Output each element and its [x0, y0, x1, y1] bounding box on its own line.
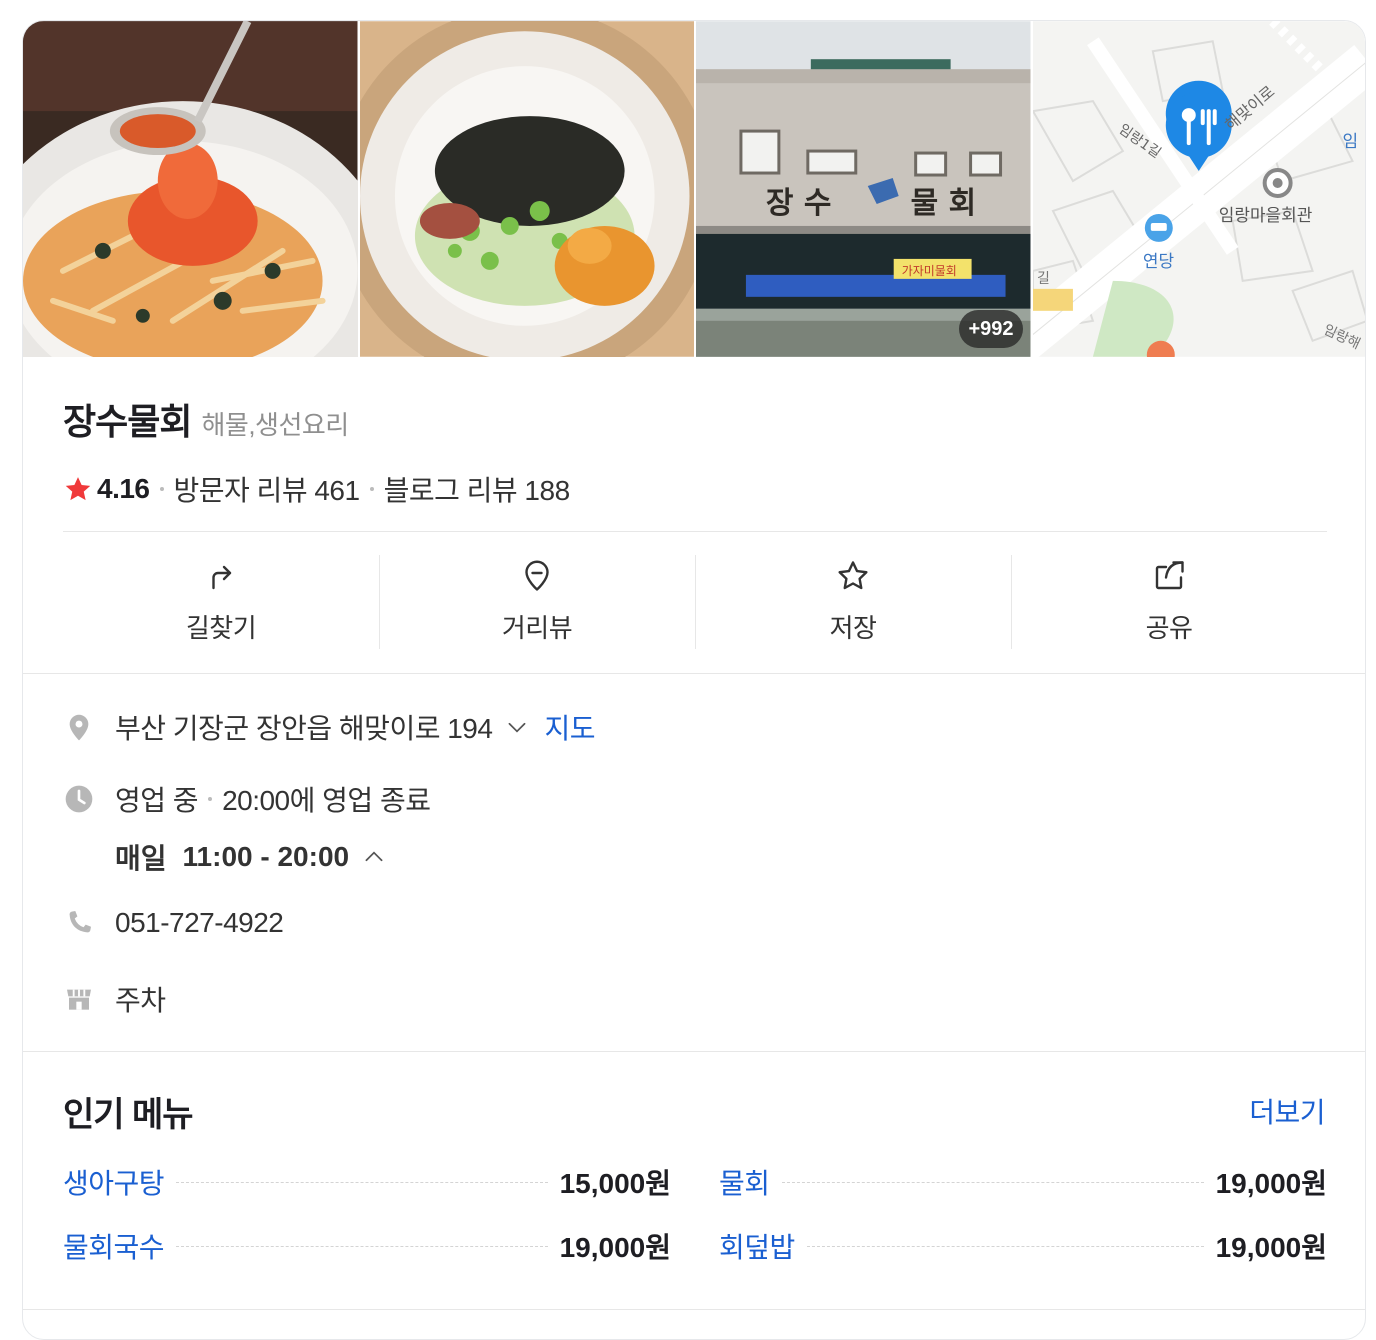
phone-icon [63, 907, 95, 939]
menu-item[interactable]: 물회 19,000원 [719, 1163, 1327, 1201]
phone-row: 051-727-4922 [63, 907, 1327, 939]
menu-item-price: 19,000원 [1215, 1168, 1327, 1199]
open-status: 영업 중 [115, 785, 199, 816]
share-label: 공유 [1145, 613, 1193, 643]
place-card: 장 수 물 회 가자미물회 +992 해맞이로 임랑1길 임랑마을회관 연당 임… [22, 20, 1366, 1340]
chevron-down-icon[interactable] [504, 714, 530, 740]
parking-row: 주차 [63, 979, 1327, 1019]
more-menu-link[interactable]: 더보기 [1249, 1091, 1325, 1131]
menu-item-price: 19,000원 [559, 1232, 671, 1263]
food-image-1 [23, 21, 358, 357]
separator-dot [369, 487, 374, 491]
photo-map[interactable]: 해맞이로 임랑1길 임랑마을회관 연당 임 임랑해 길 [1032, 21, 1365, 357]
photo-food-1[interactable] [23, 21, 358, 357]
menu-list: 생아구탕 15,000원 물회 19,000원 물회국수 19,000원 회덮밥… [63, 1163, 1327, 1265]
separator-dot [159, 487, 164, 491]
section-divider [23, 673, 1365, 674]
address-row: 부산 기장군 장안읍 해맞이로 194 지도 [63, 707, 1327, 747]
banner-text: 가자미물회 [902, 264, 957, 278]
map-poi-label-2: 연당 [1142, 252, 1174, 272]
separator-dot [208, 797, 213, 801]
place-category: 해물,생선요리 [201, 410, 349, 440]
hours-day: 매일 [115, 843, 167, 874]
section-divider [23, 1309, 1365, 1310]
map-thumbnail: 해맞이로 임랑1길 임랑마을회관 연당 임 임랑해 길 [1032, 21, 1365, 357]
save-button[interactable]: 저장 [695, 555, 1011, 649]
map-edge-label: 임 [1342, 132, 1358, 152]
map-poi-label: 임랑마을회관 [1218, 206, 1312, 226]
chevron-up-icon[interactable] [361, 844, 387, 870]
dotted-leader [806, 1245, 1204, 1247]
menu-item[interactable]: 생아구탕 15,000원 [63, 1163, 671, 1201]
store-icon [63, 983, 95, 1015]
photo-strip: 장 수 물 회 가자미물회 +992 해맞이로 임랑1길 임랑마을회관 연당 임… [23, 21, 1365, 357]
parking-text: 주차 [115, 985, 166, 1016]
store-sign-text: 장 수 [766, 186, 832, 221]
streetview-pin-icon [525, 560, 549, 591]
review-stats: 4.16 방문자 리뷰 461 블로그 리뷰 188 [63, 469, 1327, 509]
clock-icon [63, 783, 95, 815]
star-filled-icon [65, 477, 91, 501]
action-bar: 길찾기 거리뷰 저장 공유 [63, 555, 1327, 649]
section-divider [23, 1051, 1365, 1052]
divider [63, 531, 1327, 532]
dotted-leader [176, 1245, 548, 1247]
storefront-image: 장 수 물 회 가자미물회 [696, 21, 1031, 357]
streetview-button[interactable]: 거리뷰 [379, 555, 695, 649]
photo-storefront[interactable]: 장 수 물 회 가자미물회 +992 [696, 21, 1031, 357]
blog-reviews-link[interactable]: 블로그 리뷰 188 [384, 469, 571, 509]
visitor-reviews-link[interactable]: 방문자 리뷰 461 [174, 469, 361, 509]
close-time-note: 20:00에 영업 종료 [222, 785, 431, 816]
more-photos-badge[interactable]: +992 [959, 310, 1023, 348]
hours-time: 11:00 - 20:00 [182, 841, 350, 872]
star-outline-icon [838, 561, 868, 590]
popular-menu-title: 인기 메뉴 [63, 1096, 194, 1134]
directions-label: 길찾기 [185, 613, 257, 643]
menu-item-name[interactable]: 물회국수 [63, 1226, 165, 1266]
place-name[interactable]: 장수물회 [63, 393, 192, 445]
dotted-leader [781, 1181, 1204, 1183]
svg-text:물 회: 물 회 [911, 186, 977, 221]
photo-food-2[interactable] [359, 21, 694, 357]
menu-item[interactable]: 회덮밥 19,000원 [719, 1227, 1327, 1265]
dotted-leader [176, 1181, 548, 1183]
menu-item-name[interactable]: 회덮밥 [719, 1226, 795, 1266]
save-label: 저장 [829, 613, 877, 643]
menu-item-price: 15,000원 [559, 1168, 671, 1199]
directions-icon [212, 565, 232, 590]
menu-item-name[interactable]: 생아구탕 [63, 1162, 165, 1202]
menu-item-price: 19,000원 [1215, 1232, 1327, 1263]
rating-value: 4.16 [97, 473, 150, 504]
place-header: 장수물회 해물,생선요리 4.16 방문자 리뷰 461 블로그 리뷰 188 [63, 393, 1327, 509]
share-icon [1155, 561, 1184, 590]
hours-row: 영업 중 20:00에 영업 종료 [63, 779, 1327, 819]
map-link[interactable]: 지도 [544, 707, 595, 747]
map-edge-label-3: 길 [1036, 271, 1049, 287]
streetview-label: 거리뷰 [501, 613, 573, 643]
directions-button[interactable]: 길찾기 [63, 555, 379, 649]
location-icon [63, 711, 95, 743]
phone-number[interactable]: 051-727-4922 [115, 907, 284, 939]
menu-item-name[interactable]: 물회 [719, 1162, 770, 1202]
hours-detail[interactable]: 매일 11:00 - 20:00 [115, 837, 387, 877]
menu-item[interactable]: 물회국수 19,000원 [63, 1227, 671, 1265]
address-text: 부산 기장군 장안읍 해맞이로 194 [115, 713, 493, 744]
food-image-2 [359, 21, 694, 357]
share-button[interactable]: 공유 [1011, 555, 1327, 649]
